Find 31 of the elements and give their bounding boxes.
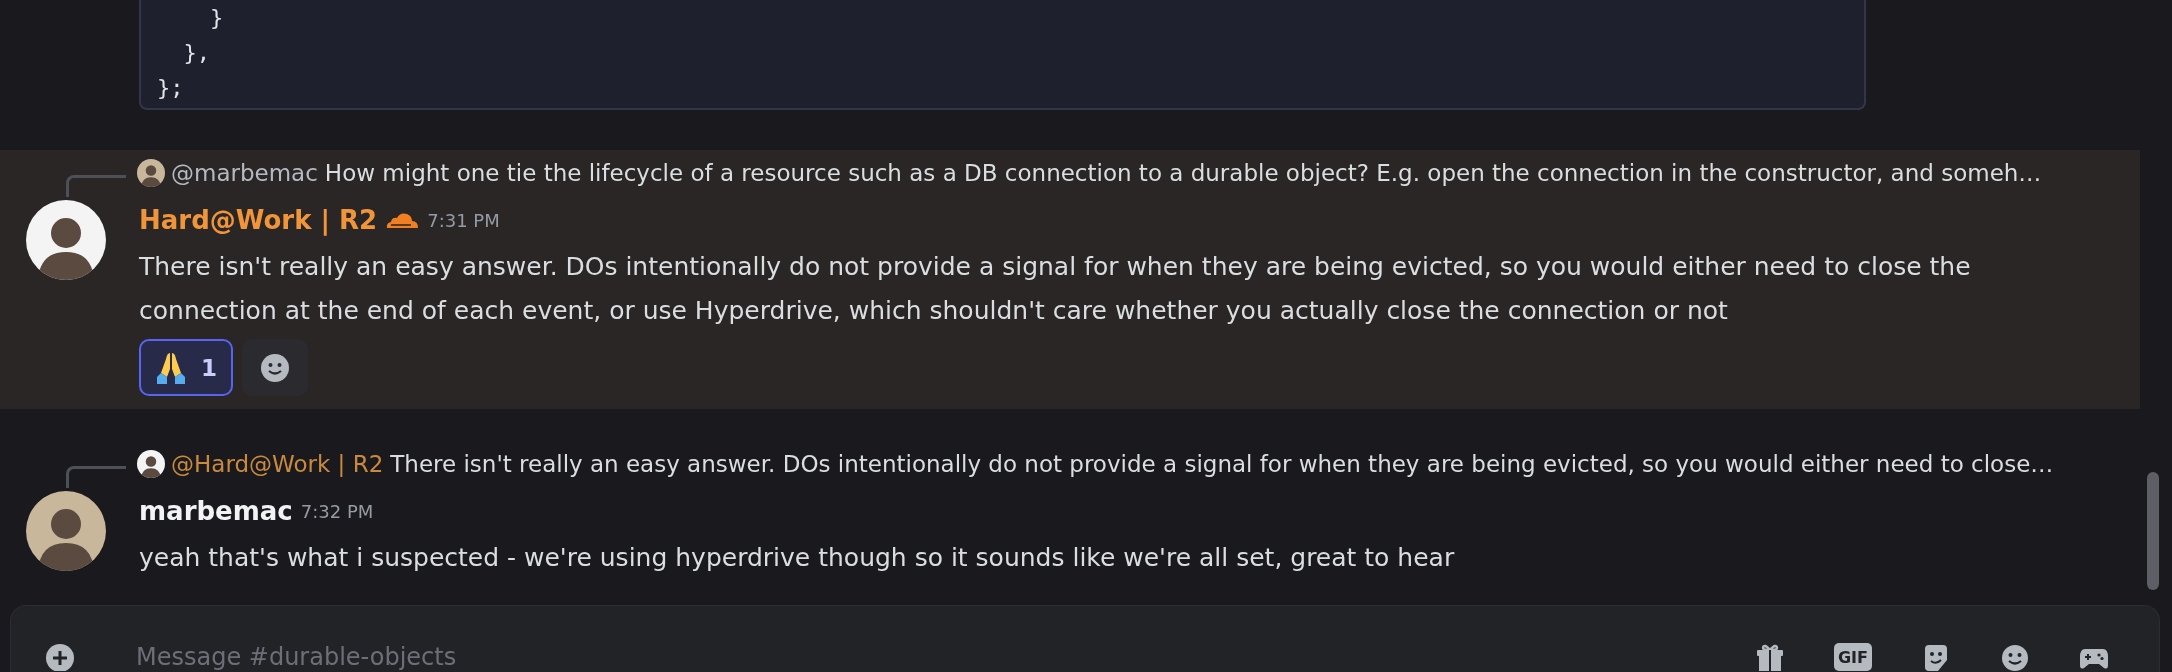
reply-preview[interactable]: How might one tie the lifecycle of a resource such as a DB connection to a durable object? E.g. open the connection in the constructor, and someh… [324, 160, 2042, 186]
reply-connector [66, 175, 126, 197]
reply-connector [66, 466, 126, 488]
emoji-icon [2000, 643, 2030, 671]
message-composer[interactable]: Message #durable-objects GIF [10, 605, 2160, 672]
avatar[interactable] [137, 450, 165, 478]
emoji-button[interactable] [2000, 643, 2030, 671]
reaction-button[interactable]: 1 [139, 339, 233, 396]
username[interactable]: marbemac [139, 496, 293, 526]
add-attachment-button[interactable] [45, 643, 75, 671]
timestamp: 7:32 PM [300, 500, 374, 522]
reply-mention[interactable]: @Hard@Work | R2 [171, 451, 384, 477]
gift-button[interactable] [1755, 643, 1785, 671]
message-text: There isn't really an easy answer. DOs intentionally do not provide a signal for when they are being evicted, so you would either need to close the connection at the end of each event, or use Hyperdrive, which shouldn't care whether you actually close the connection or not [139, 251, 1972, 327]
reply-mention[interactable]: @marbemac [171, 160, 318, 186]
gif-button[interactable]: GIF [1834, 643, 1872, 671]
add-reaction-button[interactable] [242, 339, 308, 396]
code-line: }, [182, 39, 210, 67]
message-text: yeah that's what i suspected - we're using hyperdrive though so it sounds like we're all set, great to hear [139, 542, 1456, 574]
plus-icon [45, 643, 75, 671]
avatar[interactable] [137, 159, 165, 187]
gift-icon [1755, 643, 1785, 671]
smiley-icon [260, 352, 290, 383]
timestamp: 7:31 PM [427, 209, 500, 231]
message-input[interactable]: Message #durable-objects [136, 643, 1755, 671]
reply-preview[interactable]: There isn't really an easy answer. DOs intentionally do not provide a signal for when they are being evicted, so you would either need to close… [390, 451, 2054, 477]
scrollbar-thumb[interactable] [2147, 472, 2159, 590]
code-line: } [208, 4, 224, 32]
username[interactable]: Hard@Work | R2 [139, 205, 378, 235]
praying-hands-icon [155, 350, 187, 385]
code-line: }; [157, 74, 184, 102]
